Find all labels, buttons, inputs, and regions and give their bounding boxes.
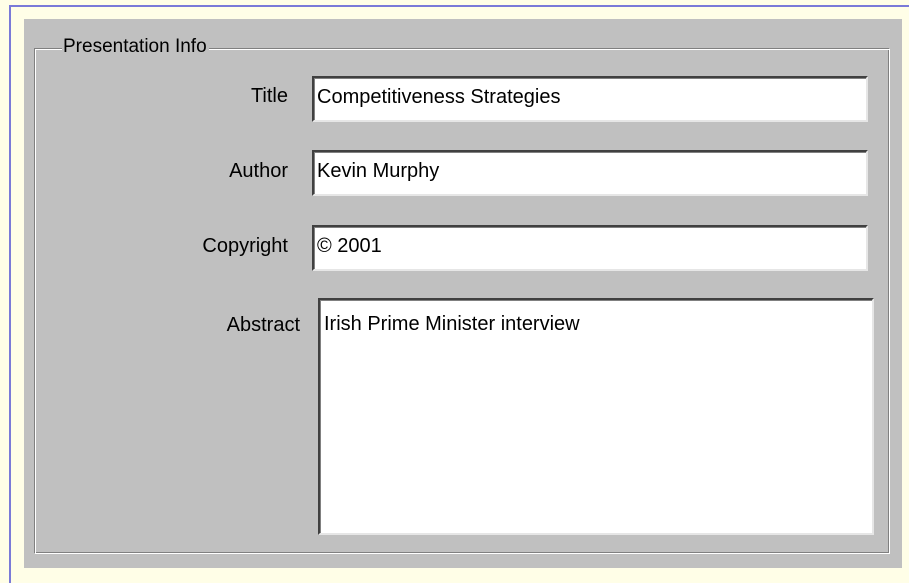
title-label: Title	[250, 85, 288, 107]
title-field-value: Competitiveness Strategies	[317, 86, 561, 108]
abstract-field-value: Irish Prime Minister interview	[324, 313, 580, 335]
groupbox-legend: Presentation Info	[62, 35, 209, 59]
author-field[interactable]: Kevin Murphy	[312, 150, 868, 196]
author-field-value: Kevin Murphy	[317, 160, 440, 182]
author-label: Author	[229, 160, 288, 182]
abstract-label: Abstract	[226, 314, 300, 336]
abstract-field[interactable]: Irish Prime Minister interview	[318, 298, 874, 535]
copyright-field[interactable]: © 2001	[312, 225, 868, 271]
copyright-label: Copyright	[202, 235, 288, 257]
presentation-info-panel: Presentation Info Title Competitiveness …	[24, 19, 902, 568]
title-field[interactable]: Competitiveness Strategies	[312, 76, 868, 122]
copyright-field-value: © 2001	[317, 235, 382, 257]
